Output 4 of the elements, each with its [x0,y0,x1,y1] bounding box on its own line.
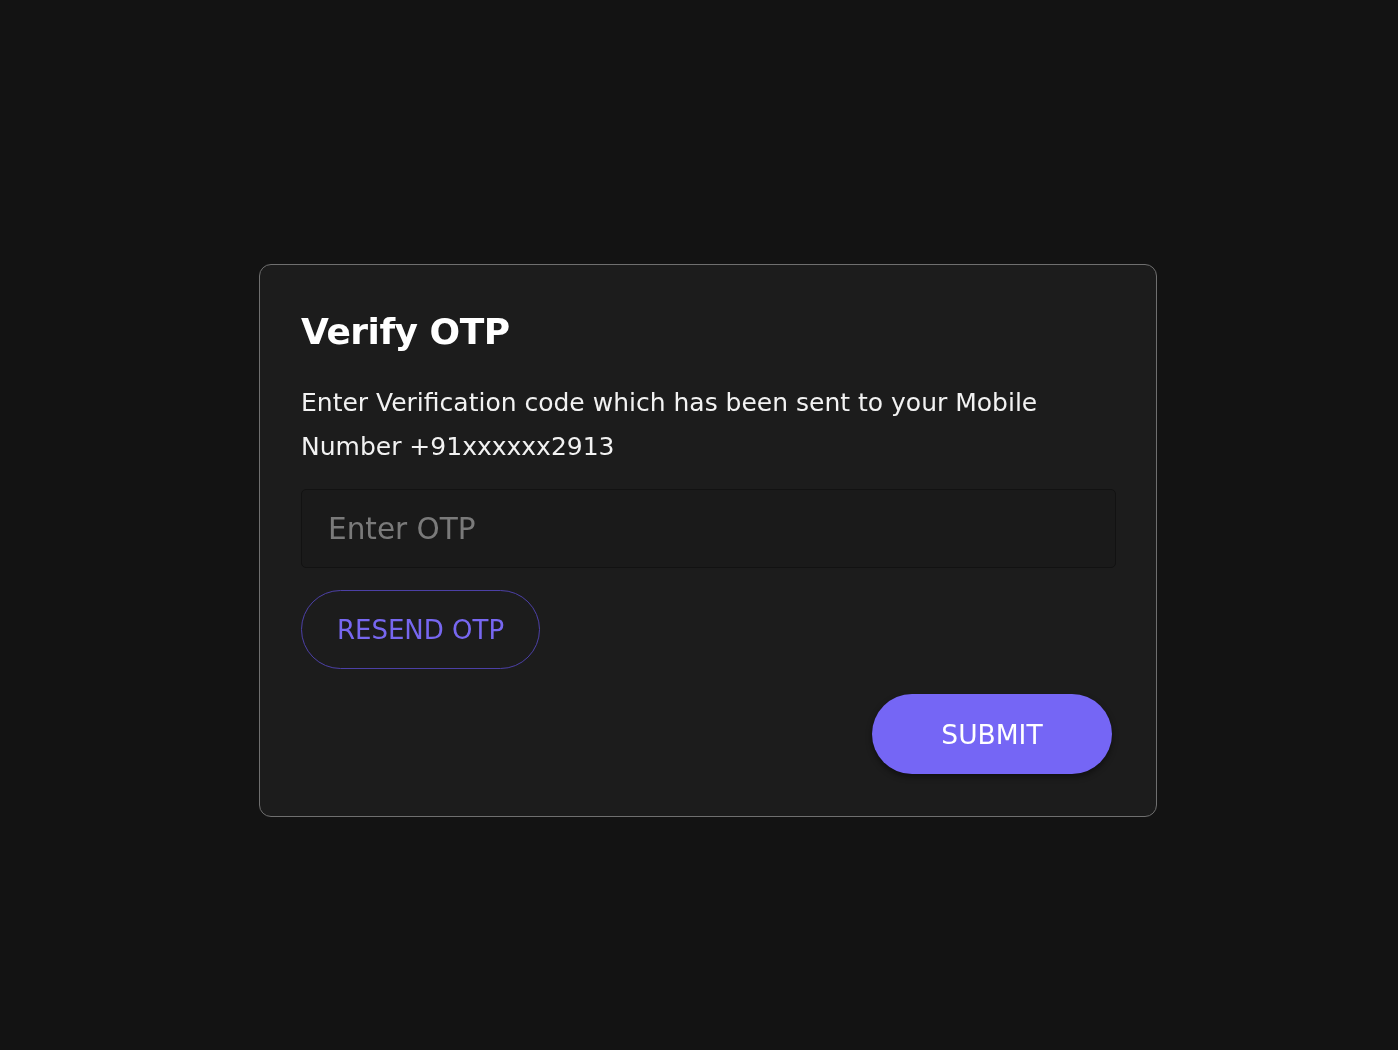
otp-input-field[interactable]: Enter OTP [301,489,1116,568]
submit-button[interactable]: SUBMIT [872,694,1112,774]
dialog-title: Verify OTP [301,310,511,354]
verification-message: Enter Verification code which has been sent to your Mobile Number +91xxxxxx2913 [301,387,1039,463]
